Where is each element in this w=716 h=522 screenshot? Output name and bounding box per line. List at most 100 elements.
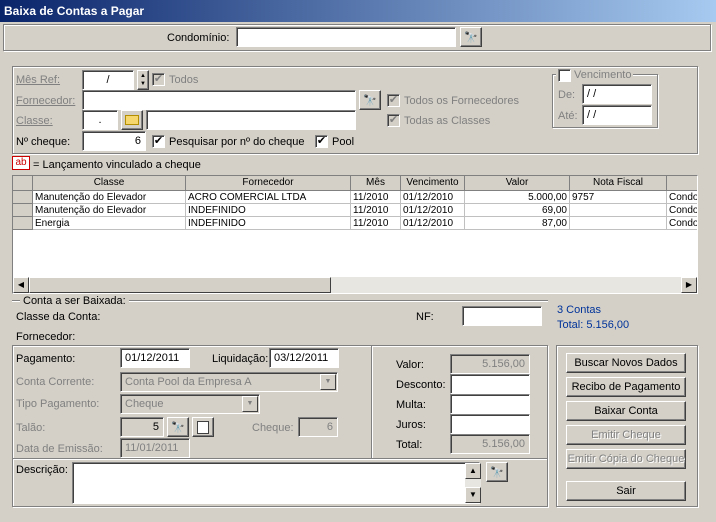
talao-label: Talão: xyxy=(16,422,46,434)
conta-corrente-select[interactable]: Conta Pool da Empresa A ▼ xyxy=(120,372,338,392)
conta-corrente-value: Conta Pool da Empresa A xyxy=(125,376,252,388)
todas-classes-checkbox[interactable]: ✔ xyxy=(387,114,400,127)
mes-ref-input[interactable]: / xyxy=(82,70,134,90)
contas-grid[interactable]: Classe Fornecedor Mês Vencimento Valor N… xyxy=(12,175,698,294)
tipo-pagamento-select[interactable]: Cheque ▼ xyxy=(120,394,260,414)
classe-conta-label: Classe da Conta: xyxy=(16,311,101,323)
col-header-extra[interactable] xyxy=(667,176,697,191)
liquidacao-label: Liquidação: xyxy=(212,353,269,365)
emitir-cheque-button[interactable]: Emitir Cheque xyxy=(566,425,686,445)
descricao-search-button[interactable]: 🔭 xyxy=(486,462,508,482)
sair-button[interactable]: Sair xyxy=(566,481,686,501)
cell-nota-fiscal: 9757 xyxy=(570,191,667,204)
condominio-input[interactable] xyxy=(236,27,456,47)
cell-valor: 87,00 xyxy=(465,217,570,230)
scroll-up-icon[interactable]: ▲ xyxy=(465,463,481,479)
talao-input[interactable]: 5 xyxy=(120,417,164,437)
todos-fornecedores-label: Todos os Fornecedores xyxy=(404,95,519,107)
pesquisar-cheque-label: Pesquisar por nº do cheque xyxy=(169,136,305,148)
data-emissao-label: Data de Emissão: xyxy=(16,443,103,455)
talao-search-button[interactable]: 🔭 xyxy=(167,417,189,437)
descricao-label: Descrição: xyxy=(16,464,68,476)
horizontal-scrollbar[interactable]: ◀ ▶ xyxy=(13,277,697,293)
col-header-valor[interactable]: Valor xyxy=(465,176,570,191)
row-selector[interactable] xyxy=(13,217,33,230)
cheque-input[interactable]: 6 xyxy=(298,417,338,437)
pesquisar-cheque-checkbox[interactable]: ✔ xyxy=(152,135,165,148)
liquidacao-input[interactable]: 03/12/2011 xyxy=(269,348,339,368)
fornecedor-search-button[interactable]: 🔭 xyxy=(359,90,381,110)
pool-checkbox[interactable]: ✔ xyxy=(315,135,328,148)
descricao-scrollbar[interactable]: ▲ ▼ xyxy=(465,463,481,503)
col-header-mes[interactable]: Mês xyxy=(351,176,401,191)
venc-ate-label: Até: xyxy=(558,110,578,122)
cell-extra: Condo xyxy=(667,217,697,230)
spin-up-icon: ▲ xyxy=(140,73,146,79)
vencimento-checkbox[interactable] xyxy=(558,68,571,82)
juros-input[interactable] xyxy=(450,414,530,434)
legend-text: = Lançamento vinculado a cheque xyxy=(33,159,201,171)
total-label: Total: xyxy=(396,439,423,451)
pagamento-input[interactable]: 01/12/2011 xyxy=(120,348,190,368)
nf-input[interactable] xyxy=(462,306,542,326)
row-selector[interactable] xyxy=(13,191,33,204)
cell-fornecedor: INDEFINIDO xyxy=(186,217,351,230)
fornecedor-input[interactable] xyxy=(82,90,356,110)
binoculars-icon: 🔭 xyxy=(171,421,185,434)
col-header-fornecedor[interactable]: Fornecedor xyxy=(186,176,351,191)
classe-folder-button[interactable] xyxy=(121,110,143,130)
todos-checkbox[interactable]: ✔ xyxy=(152,73,165,86)
condominio-label: Condomínio: xyxy=(167,32,230,44)
scroll-thumb[interactable] xyxy=(29,277,331,293)
venc-de-input[interactable]: / / xyxy=(582,84,652,104)
spin-down-icon: ▼ xyxy=(140,81,146,87)
multa-label: Multa: xyxy=(396,399,426,411)
window-title: Baixa de Contas a Pagar xyxy=(0,0,716,22)
fornecedor-label: Fornecedor: xyxy=(16,95,76,107)
cell-fornecedor: INDEFINIDO xyxy=(186,204,351,217)
descricao-textarea[interactable] xyxy=(72,462,480,504)
cell-nota-fiscal xyxy=(570,204,667,217)
cell-extra: Condo xyxy=(667,204,697,217)
emitir-copia-cheque-button[interactable]: Emitir Cópia do Cheque xyxy=(566,449,686,469)
chevron-down-icon: ▼ xyxy=(320,374,336,390)
talao-config-button[interactable] xyxy=(192,417,214,437)
cheque-label: Cheque: xyxy=(252,422,294,434)
scroll-right-icon[interactable]: ▶ xyxy=(681,277,697,293)
nf-label: NF: xyxy=(416,311,434,323)
grid-corner xyxy=(13,176,33,191)
col-header-classe[interactable]: Classe xyxy=(33,176,186,191)
todos-fornecedores-checkbox[interactable]: ✔ xyxy=(387,94,400,107)
mes-ref-spinner[interactable]: ▲ ▼ xyxy=(137,70,149,90)
pool-label: Pool xyxy=(332,136,355,148)
venc-de-label: De: xyxy=(558,89,576,101)
scroll-down-icon[interactable]: ▼ xyxy=(465,487,481,503)
cell-classe: Manutenção do Elevador xyxy=(33,191,186,204)
baixar-conta-button[interactable]: Baixar Conta xyxy=(566,401,686,421)
data-emissao-input[interactable]: 11/01/2011 xyxy=(120,438,190,458)
recibo-pagamento-button[interactable]: Recibo de Pagamento xyxy=(566,377,686,397)
fornecedor-conta-label: Fornecedor: xyxy=(16,331,76,343)
contas-total: Total: 5.156,00 xyxy=(557,319,630,331)
scroll-left-icon[interactable]: ◀ xyxy=(13,277,29,293)
nro-cheque-input[interactable]: 6 xyxy=(82,131,146,151)
venc-ate-input[interactable]: / / xyxy=(582,105,652,125)
col-header-nota-fiscal[interactable]: Nota Fiscal xyxy=(570,176,667,191)
valor-input[interactable]: 5.156,00 xyxy=(450,354,530,374)
classe-input[interactable] xyxy=(146,110,356,130)
classe-label: Classe: xyxy=(16,115,53,127)
descricao-divider xyxy=(13,458,547,460)
classe-code-input[interactable]: . xyxy=(82,110,118,130)
desconto-input[interactable] xyxy=(450,374,530,394)
total-input[interactable]: 5.156,00 xyxy=(450,434,530,454)
condominio-search-button[interactable]: 🔭 xyxy=(460,27,482,47)
cell-valor: 69,00 xyxy=(465,204,570,217)
cell-vencimento: 01/12/2010 xyxy=(401,191,465,204)
cell-classe: Energia xyxy=(33,217,186,230)
row-selector[interactable] xyxy=(13,204,33,217)
col-header-vencimento[interactable]: Vencimento xyxy=(401,176,465,191)
multa-input[interactable] xyxy=(450,394,530,414)
cheque-badge: ab xyxy=(12,156,30,170)
baixa-section-label: Conta a ser Baixada: xyxy=(20,294,129,308)
buscar-novos-dados-button[interactable]: Buscar Novos Dados xyxy=(566,353,686,373)
